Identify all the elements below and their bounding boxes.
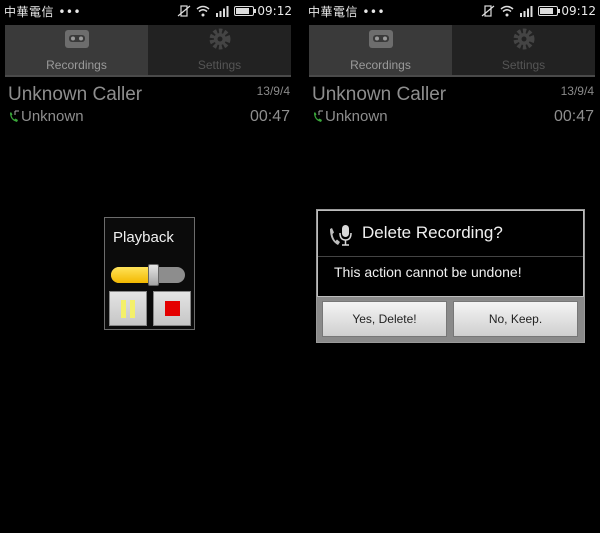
clock: 09:12	[561, 4, 596, 18]
status-bar: 中華電信 ••• 09:12	[304, 0, 600, 22]
caller-name: Unknown Caller	[312, 84, 447, 105]
status-bar: 中華電信 ••• 09:12	[0, 0, 296, 22]
recording-list-item[interactable]: Unknown Caller 13/9/4 Unknown 00:47	[312, 84, 594, 130]
pause-button[interactable]	[109, 291, 147, 326]
caller-name: Unknown Caller	[8, 84, 143, 105]
tab-recordings[interactable]: Recordings	[5, 25, 148, 75]
recording-list-item[interactable]: Unknown Caller 13/9/4 Unknown 00:47	[8, 84, 290, 130]
vibrate-off-icon	[482, 5, 495, 17]
battery-icon	[538, 6, 561, 16]
tab-recordings[interactable]: Recordings	[309, 25, 452, 75]
incoming-call-icon	[314, 110, 323, 122]
signal-icon	[216, 6, 229, 17]
seekbar-progress	[111, 267, 154, 283]
wifi-icon	[500, 5, 514, 17]
stop-icon	[164, 301, 180, 316]
tab-bar: Recordings Settings	[309, 25, 595, 75]
cassette-icon	[63, 26, 91, 52]
recording-date: 13/9/4	[256, 84, 290, 98]
tab-recordings-label: Recordings	[350, 58, 411, 72]
delete-confirm-dialog: Delete Recording? This action cannot be …	[316, 209, 585, 343]
tab-settings-label: Settings	[501, 58, 546, 72]
gear-icon	[510, 26, 538, 52]
tab-recordings-label: Recordings	[46, 58, 107, 72]
gear-icon	[206, 26, 234, 52]
carrier-label: 中華電信 •••	[308, 4, 386, 19]
tab-indicator-line	[5, 75, 291, 77]
playback-dialog: Playback	[104, 217, 195, 330]
seekbar-thumb[interactable]	[147, 264, 159, 286]
signal-icon	[520, 6, 533, 17]
pause-icon	[121, 299, 135, 318]
cancel-delete-button[interactable]: No, Keep.	[453, 301, 578, 337]
dialog-message: This action cannot be undone!	[334, 264, 522, 280]
recording-duration: 00:47	[553, 108, 594, 125]
carrier-label: 中華電信 •••	[4, 4, 82, 19]
caller-number: Unknown	[325, 108, 388, 125]
microphone-phone-icon	[330, 225, 352, 246]
tab-settings[interactable]: Settings	[452, 25, 595, 75]
screen-playback: 中華電信 ••• 09:12 Recordings Settings Unkno…	[0, 0, 296, 533]
battery-icon	[234, 6, 257, 16]
wifi-icon	[196, 5, 210, 17]
confirm-delete-button[interactable]: Yes, Delete!	[322, 301, 447, 337]
playback-title: Playback	[113, 229, 174, 246]
tab-indicator-line	[309, 75, 595, 77]
stop-button[interactable]	[153, 291, 191, 326]
incoming-call-icon	[10, 110, 19, 122]
tab-settings-label: Settings	[197, 58, 242, 72]
dialog-title: Delete Recording?	[362, 223, 503, 242]
screen-delete-confirm: 中華電信 ••• 09:12 Recordings Settings Unkno…	[304, 0, 600, 533]
cassette-icon	[367, 26, 395, 52]
dialog-divider	[318, 256, 583, 257]
recording-date: 13/9/4	[560, 84, 594, 98]
dialog-content: Delete Recording? This action cannot be …	[317, 210, 584, 297]
tab-settings[interactable]: Settings	[148, 25, 291, 75]
tab-bar: Recordings Settings	[5, 25, 291, 75]
clock: 09:12	[257, 4, 292, 18]
caller-number: Unknown	[21, 108, 84, 125]
recording-duration: 00:47	[249, 108, 290, 125]
vibrate-off-icon	[178, 5, 191, 17]
